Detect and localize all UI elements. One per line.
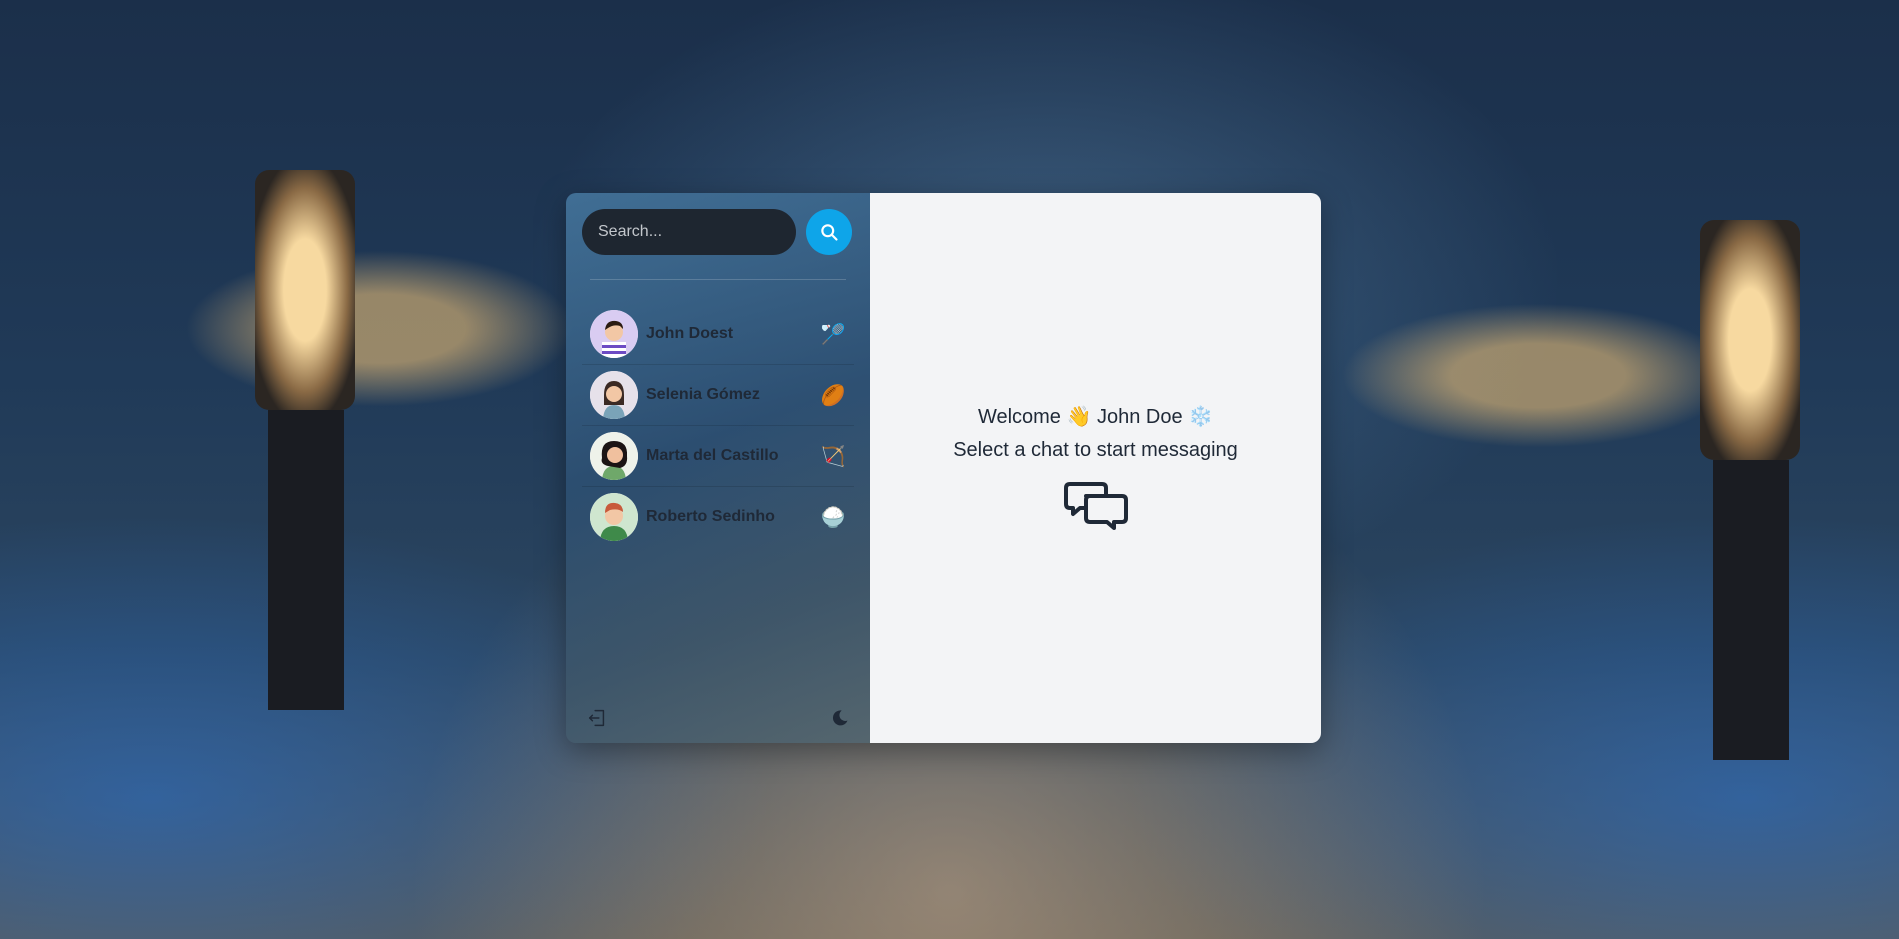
sidebar-divider — [590, 279, 846, 280]
lamp-post-left — [268, 410, 344, 710]
lamp-post-right — [1713, 460, 1789, 760]
contact-item[interactable]: Selenia Gómez 🏉 — [582, 365, 854, 426]
user-name: John Doe — [1096, 406, 1183, 428]
contact-status-emoji: 🏉 — [820, 384, 846, 407]
contact-list: John Doest 🏸 Selenia Gómez 🏉 Marta del C… — [582, 304, 854, 547]
sidebar-footer — [566, 693, 870, 743]
contact-name: Roberto Sedinho — [646, 508, 775, 525]
contact-item[interactable]: Marta del Castillo 🏹 — [582, 426, 854, 487]
logout-icon — [588, 709, 605, 727]
main-panel: Welcome 👋 John Doe ❄️ Select a chat to s… — [870, 193, 1321, 743]
contact-status-emoji: 🏹 — [820, 445, 846, 468]
select-chat-prompt: Select a chat to start messaging — [953, 439, 1238, 461]
snow-emoji: ❄️ — [1188, 406, 1214, 428]
contact-name: John Doest — [646, 325, 734, 342]
search-button[interactable] — [806, 209, 852, 255]
chat-app-window: John Doest 🏸 Selenia Gómez 🏉 — [566, 193, 1321, 743]
logout-button[interactable] — [586, 707, 608, 729]
search-bar — [582, 209, 854, 255]
theme-toggle-button[interactable] — [830, 708, 850, 728]
contact-item[interactable]: John Doest 🏸 — [582, 304, 854, 365]
avatar — [590, 493, 638, 541]
avatar — [590, 432, 638, 480]
sidebar: John Doest 🏸 Selenia Gómez 🏉 — [566, 193, 870, 743]
contact-name: Marta del Castillo — [646, 447, 779, 464]
search-input[interactable] — [582, 209, 796, 255]
chat-bubbles-icon — [1063, 480, 1128, 532]
contact-status-emoji: 🍚 — [820, 506, 846, 529]
avatar — [590, 371, 638, 419]
wave-emoji: 👋 — [1066, 406, 1092, 428]
search-icon — [821, 224, 838, 241]
welcome-prefix: Welcome — [977, 406, 1061, 428]
contact-status-emoji: 🏸 — [820, 323, 846, 346]
contact-item[interactable]: Roberto Sedinho 🍚 — [582, 487, 854, 547]
moon-icon — [832, 710, 848, 726]
welcome-message: Welcome 👋 John Doe ❄️ — [978, 404, 1213, 429]
lamp-left — [255, 170, 355, 410]
contact-name: Selenia Gómez — [646, 386, 760, 403]
lamp-right — [1700, 220, 1800, 460]
avatar — [590, 310, 638, 358]
